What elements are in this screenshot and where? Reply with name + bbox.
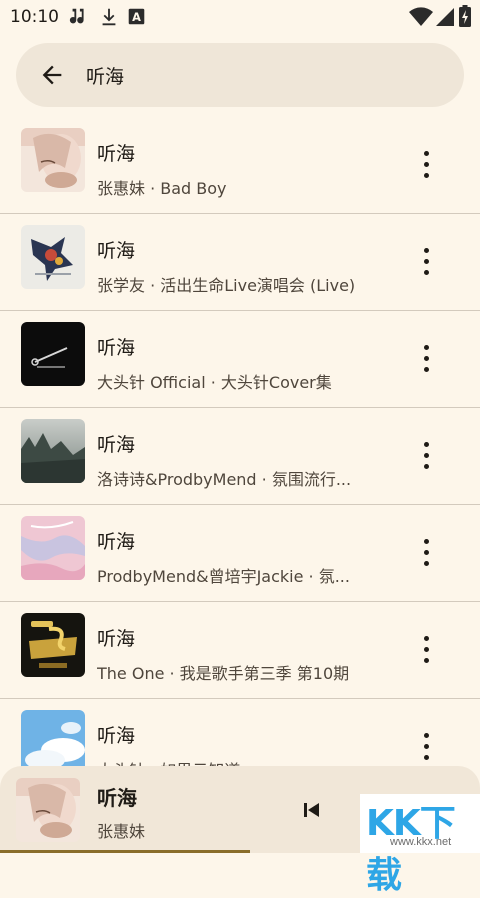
- song-subtitle: 张学友 · 活出生命Live演唱会 (Live): [97, 276, 356, 295]
- download-icon: [102, 8, 116, 26]
- album-cover: [21, 322, 85, 386]
- song-item[interactable]: 听海 ProdbyMend&曾培宇Jackie · 氛...: [0, 505, 480, 602]
- player-album-cover: [16, 778, 80, 842]
- player-artist: 张惠妹: [97, 822, 146, 841]
- song-title: 听海: [97, 531, 136, 553]
- watermark: KK下载 www.kkx.net: [360, 794, 480, 896]
- album-cover: [21, 710, 85, 774]
- album-cover: [21, 516, 85, 580]
- a-letter-glyph: A: [132, 10, 141, 24]
- album-cover: [21, 225, 85, 289]
- song-subtitle: ProdbyMend&曾培宇Jackie · 氛...: [97, 567, 350, 586]
- song-subtitle: The One · 我是歌手第三季 第10期: [97, 664, 350, 683]
- more-vert-icon[interactable]: [414, 145, 438, 185]
- song-title: 听海: [97, 725, 136, 747]
- album-cover: [21, 128, 85, 192]
- more-vert-icon[interactable]: [414, 630, 438, 670]
- song-title: 听海: [97, 434, 136, 456]
- arrow-back-icon[interactable]: [38, 61, 66, 89]
- music-note-icon: [69, 8, 84, 24]
- status-time: 10:10: [10, 7, 59, 27]
- search-input[interactable]: 听海: [86, 62, 124, 89]
- more-vert-icon[interactable]: [414, 533, 438, 573]
- song-list: 听海 张惠妹 · Bad Boy 听海 张学友 · 活出生命Live演唱会 (L…: [0, 117, 480, 796]
- player-title: 听海: [97, 786, 137, 810]
- album-cover: [21, 613, 85, 677]
- skip-previous-icon[interactable]: [298, 798, 324, 822]
- a-letter-icon: A: [128, 8, 145, 25]
- song-item[interactable]: 听海 大头针 Official · 大头针Cover集: [0, 311, 480, 408]
- song-item[interactable]: 听海 洛诗诗&ProdbyMend · 氛围流行...: [0, 408, 480, 505]
- song-subtitle: 张惠妹 · Bad Boy: [97, 179, 227, 198]
- search-bar[interactable]: 听海: [16, 43, 464, 107]
- song-subtitle: 大头针 Official · 大头针Cover集: [97, 373, 332, 392]
- battery-icon: [459, 5, 471, 27]
- more-vert-icon[interactable]: [414, 242, 438, 282]
- watermark-url: www.kkx.net: [390, 836, 452, 848]
- song-title: 听海: [97, 143, 136, 165]
- status-bar: 10:10 A: [0, 0, 480, 32]
- song-title: 听海: [97, 337, 136, 359]
- more-vert-icon[interactable]: [414, 436, 438, 476]
- more-vert-icon[interactable]: [414, 727, 438, 767]
- more-vert-icon[interactable]: [414, 339, 438, 379]
- song-subtitle: 洛诗诗&ProdbyMend · 氛围流行...: [97, 470, 352, 489]
- album-cover: [21, 419, 85, 483]
- song-title: 听海: [97, 240, 136, 262]
- song-item[interactable]: 听海 张惠妹 · Bad Boy: [0, 117, 480, 214]
- song-item[interactable]: 听海 The One · 我是歌手第三季 第10期: [0, 602, 480, 699]
- signal-icon: [436, 8, 454, 26]
- song-item[interactable]: 听海 张学友 · 活出生命Live演唱会 (Live): [0, 214, 480, 311]
- wifi-icon: [409, 7, 433, 27]
- song-title: 听海: [97, 628, 136, 650]
